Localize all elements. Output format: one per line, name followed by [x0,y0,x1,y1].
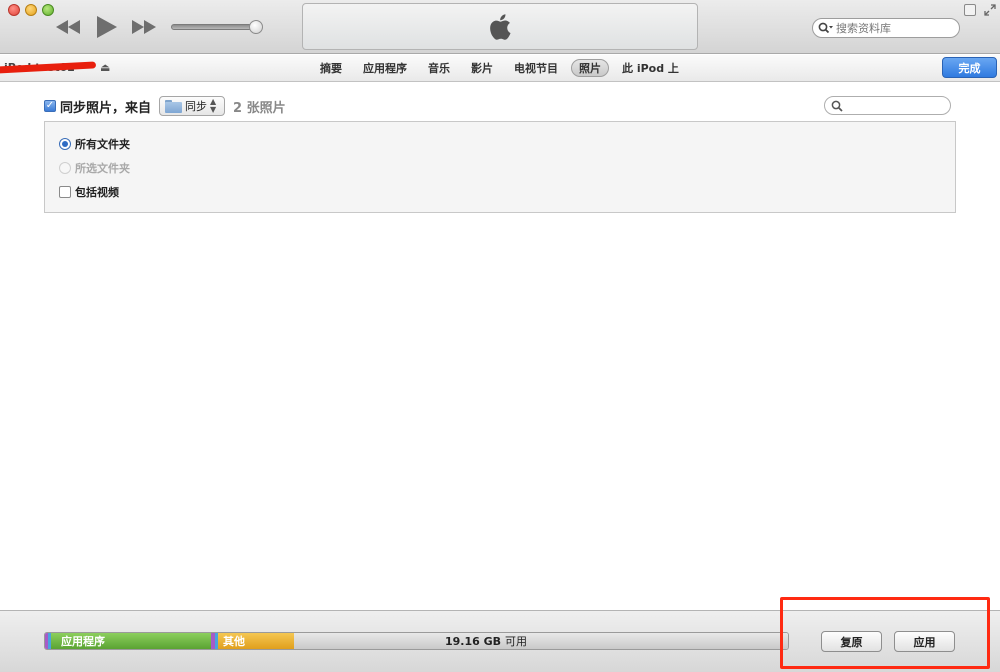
volume-knob[interactable] [249,20,263,34]
selected-folders-option: 所选文件夹 [59,160,130,176]
sync-photos-row: 同步照片，来自 同步 ▲▼ 2 张照片 [44,96,286,116]
fullscreen-button[interactable] [984,4,996,16]
sync-photos-label[interactable]: 同步照片，来自 [60,97,151,116]
zoom-window-button[interactable] [42,4,54,16]
folder-icon [165,99,183,113]
revert-button[interactable]: 复原 [821,631,882,652]
sync-photos-checkbox[interactable] [44,100,56,112]
mini-player-button[interactable] [964,4,976,16]
play-button[interactable] [94,14,120,40]
photo-search-input[interactable] [846,99,946,112]
updown-arrow-icon: ▲ ▼ [210,97,217,114]
next-track-button[interactable] [130,14,158,40]
device-bar: iPod test02 ⏏ 摘要 应用程序 音乐 影片 电视节目 照片 此 iP… [0,55,1000,82]
rewind-icon [56,20,80,34]
library-search-input[interactable] [836,21,946,35]
capacity-segment-free: 19.16 GB 可用 [294,633,788,649]
tab-photos[interactable]: 照片 [571,59,609,77]
tab-tv-shows[interactable]: 电视节目 [506,59,566,77]
capacity-apps-label: 应用程序 [61,635,105,648]
device-tabs: 摘要 应用程序 音乐 影片 电视节目 照片 此 iPod 上 [312,59,692,77]
library-search[interactable] [812,18,960,38]
sync-source-label: 同步 [185,100,208,113]
capacity-meter: 应用程序 其他 19.16 GB 可用 [44,632,789,650]
photo-count: 2 张照片 [233,100,286,116]
include-videos-checkbox[interactable] [59,186,71,198]
fast-forward-icon [132,20,156,34]
status-display [302,3,698,50]
photo-search[interactable] [824,96,951,115]
capacity-bar-area: 应用程序 其他 19.16 GB 可用 复原 应用 [0,610,1000,672]
apple-logo-icon [490,13,511,40]
fullscreen-icon [984,4,996,16]
capacity-free-label: 可用 [505,635,528,648]
minimize-window-button[interactable] [25,4,37,16]
search-icon [831,100,843,112]
tab-summary[interactable]: 摘要 [312,59,350,77]
tab-music[interactable]: 音乐 [420,59,458,77]
capacity-segment-other: 其他 [218,633,294,649]
selected-folders-radio [59,162,71,174]
all-folders-label: 所有文件夹 [75,138,130,151]
all-folders-radio[interactable] [59,138,71,150]
capacity-other-label: 其他 [223,635,245,648]
include-videos-option[interactable]: 包括视频 [59,184,119,200]
close-window-button[interactable] [8,4,20,16]
capacity-free-amount: 19.16 GB [444,634,502,648]
volume-track [171,24,259,30]
volume-slider[interactable] [171,20,263,34]
apply-button[interactable]: 应用 [894,631,955,652]
play-icon [97,16,117,38]
previous-track-button[interactable] [54,14,82,40]
include-videos-label: 包括视频 [75,186,119,199]
search-icon [818,21,836,35]
tab-movies[interactable]: 影片 [463,59,501,77]
tab-apps[interactable]: 应用程序 [355,59,415,77]
folder-options-panel: 所有文件夹 所选文件夹 包括视频 [44,121,956,213]
selected-folders-label: 所选文件夹 [75,162,130,175]
eject-icon[interactable]: ⏏ [100,61,110,74]
capacity-segment-apps: 应用程序 [51,633,211,649]
done-button[interactable]: 完成 [942,57,997,78]
toolbar [0,0,1000,54]
all-folders-option[interactable]: 所有文件夹 [59,136,130,152]
tab-on-this-ipod[interactable]: 此 iPod 上 [614,59,687,77]
sync-source-popup[interactable]: 同步 ▲ ▼ [159,96,226,116]
